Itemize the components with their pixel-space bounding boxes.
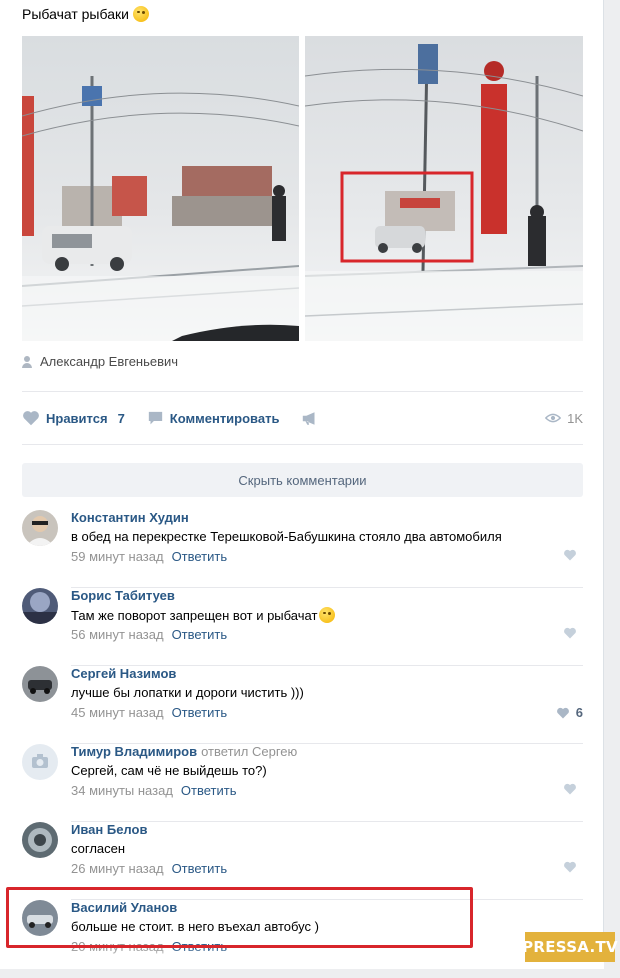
views-count: 1K xyxy=(567,410,583,426)
hide-comments-button[interactable]: Скрыть комментарии xyxy=(22,463,583,497)
comment-item: Тимур Владимиров ответил Сергею Сергей, с… xyxy=(22,744,583,822)
post-author-name[interactable]: Александр Евгеньевич xyxy=(40,354,178,369)
reply-link[interactable]: Ответить xyxy=(172,627,228,642)
share-button[interactable] xyxy=(301,411,319,426)
replied-to[interactable]: ответил Сергею xyxy=(201,744,297,759)
comment-text: согласен xyxy=(71,841,125,856)
post-actions: Нравится 7 Комментировать 1K xyxy=(22,407,583,429)
post-card: Рыбачат рыбаки Александр Евгеньевич Нрав… xyxy=(0,0,604,969)
thinking-face-icon xyxy=(319,607,336,623)
comment-time[interactable]: 34 минуты назад xyxy=(71,783,173,798)
comment-author[interactable]: Константин Худин xyxy=(71,510,189,525)
comment-time[interactable]: 45 минут назад xyxy=(71,705,164,720)
post-text: Рыбачат рыбаки xyxy=(22,6,149,22)
comment-author-name[interactable]: Сергей Назимов xyxy=(71,666,176,681)
post-photo-2[interactable] xyxy=(305,36,583,341)
comment-text-content: Там же поворот запрещен вот и рыбачат xyxy=(71,607,318,623)
post-text-label: Рыбачат рыбаки xyxy=(22,6,129,22)
avatar[interactable] xyxy=(22,744,58,780)
comment-text: в обед на перекрестке Терешковой-Бабушки… xyxy=(71,529,502,544)
divider xyxy=(22,444,583,445)
comment-author-name[interactable]: Константин Худин xyxy=(71,510,189,525)
comment-meta: 26 минут назад Ответить xyxy=(71,861,227,876)
comment-like-count: 6 xyxy=(575,705,583,720)
comment-author[interactable]: Борис Табитуев xyxy=(71,588,175,603)
comment-author-name[interactable]: Иван Белов xyxy=(71,822,147,837)
comment-time[interactable]: 56 минут назад xyxy=(71,627,164,642)
comment-author-name[interactable]: Тимур Владимиров xyxy=(71,744,197,759)
bottom-fade xyxy=(0,948,604,969)
comment-item: Сергей Назимов лучше бы лопатки и дороги… xyxy=(22,666,583,744)
comment-author[interactable]: Сергей Назимов xyxy=(71,666,176,681)
comment-like-button[interactable] xyxy=(563,861,583,873)
comment-item: Борис Табитуев Там же поворот запрещен в… xyxy=(22,588,583,666)
comment-text-content: Сергей, сам чё не выйдешь то?) xyxy=(71,763,267,778)
avatar[interactable] xyxy=(22,666,58,702)
comment-author[interactable]: Иван Белов xyxy=(71,822,147,837)
user-icon xyxy=(22,355,32,368)
comment-text-content: согласен xyxy=(71,841,126,856)
heart-icon xyxy=(556,707,569,718)
comment-author[interactable]: Тимур Владимиров ответил Сергею xyxy=(71,744,297,759)
comment-meta: 34 минуты назад Ответить xyxy=(71,783,236,798)
like-label: Нравится xyxy=(46,410,108,426)
reply-link[interactable]: Ответить xyxy=(172,861,228,876)
highlight-frame xyxy=(6,887,473,948)
comment-like-button[interactable] xyxy=(563,549,583,561)
watermark-logo: PRESSA.TV xyxy=(522,932,618,962)
post-author[interactable]: Александр Евгеньевич xyxy=(22,354,178,369)
comment-time[interactable]: 59 минут назад xyxy=(71,549,164,564)
snowy-gas-station-photo xyxy=(305,36,583,341)
comment-text: лучше бы лопатки и дороги чистить ))) xyxy=(71,685,304,700)
comment-like-button[interactable]: 6 xyxy=(556,705,583,720)
heart-icon xyxy=(564,627,576,639)
comment-button[interactable]: Комментировать xyxy=(147,410,280,426)
comment-icon xyxy=(148,411,162,424)
avatar[interactable] xyxy=(22,510,58,546)
comment-text: Сергей, сам чё не выйдешь то?) xyxy=(71,763,267,778)
comment-meta: 45 минут назад Ответить xyxy=(71,705,227,720)
comment-meta: 56 минут назад Ответить xyxy=(71,627,227,642)
comment-text-content: лучше бы лопатки и дороги чистить ))) xyxy=(71,685,304,700)
heart-icon xyxy=(23,411,39,426)
comment-text: Там же поворот запрещен вот и рыбачат xyxy=(71,607,336,623)
comment-author-name[interactable]: Борис Табитуев xyxy=(71,588,175,603)
comment-like-button[interactable] xyxy=(563,783,583,795)
heart-icon xyxy=(564,783,576,795)
comment-item: Константин Худин в обед на перекрестке Т… xyxy=(22,510,583,588)
comment-like-button[interactable] xyxy=(563,627,583,639)
like-button[interactable]: Нравится 7 xyxy=(22,410,125,426)
avatar[interactable] xyxy=(22,822,58,858)
post-photo-1[interactable] xyxy=(22,36,299,341)
avatar[interactable] xyxy=(22,588,58,624)
megaphone-icon xyxy=(303,411,315,425)
comment-time[interactable]: 26 минут назад xyxy=(71,861,164,876)
like-count: 7 xyxy=(117,410,125,426)
views-counter: 1K xyxy=(545,411,583,426)
comment-text-content: в обед на перекрестке Терешковой-Бабушки… xyxy=(71,529,502,544)
comment-label: Комментировать xyxy=(169,410,280,426)
reply-link[interactable]: Ответить xyxy=(172,549,228,564)
eye-icon xyxy=(545,413,562,423)
divider xyxy=(22,391,583,392)
reply-link[interactable]: Ответить xyxy=(172,705,228,720)
winking-face-icon xyxy=(132,6,149,22)
comment-meta: 59 минут назад Ответить xyxy=(71,549,227,564)
heart-icon xyxy=(564,861,576,873)
reply-link[interactable]: Ответить xyxy=(181,783,237,798)
heart-icon xyxy=(564,549,576,561)
snowy-street-photo xyxy=(22,36,299,341)
